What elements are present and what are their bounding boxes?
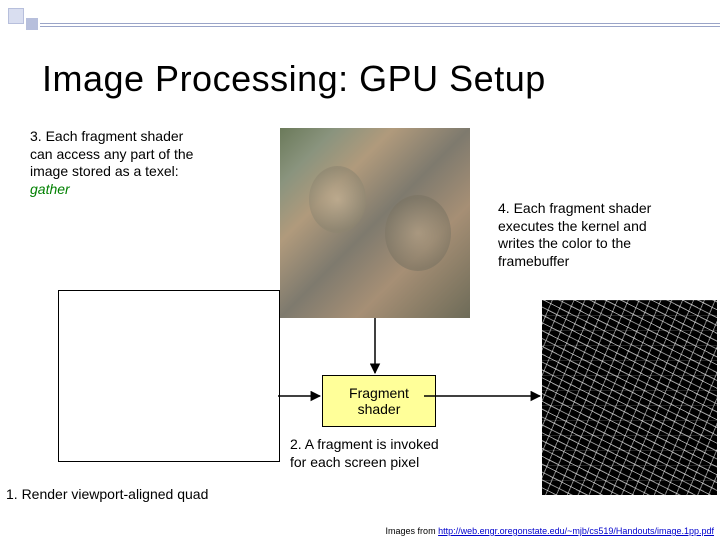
step2-text: 2. A fragment is invoked for each screen… <box>290 436 500 471</box>
step4-text: 4. Each fragment shader executes the ker… <box>498 200 708 270</box>
step4-line: framebuffer <box>498 253 708 271</box>
viewport-quad-box <box>58 290 280 462</box>
step4-line: executes the kernel and <box>498 218 708 236</box>
step1-text: 1. Render viewport-aligned quad <box>6 486 286 504</box>
step3-text: 3. Each fragment shader can access any p… <box>30 128 250 198</box>
page-title: Image Processing: GPU Setup <box>42 58 700 100</box>
step2-line: for each screen pixel <box>290 454 500 472</box>
step2-line: 2. A fragment is invoked <box>290 436 500 454</box>
step3-line: 3. Each fragment shader <box>30 128 250 146</box>
fragment-shader-box: Fragment shader <box>322 375 436 427</box>
fragbox-line: shader <box>349 401 409 417</box>
slide-root: Image Processing: GPU Setup 3. Each frag… <box>0 0 720 540</box>
citation-link[interactable]: http://web.engr.oregonstate.edu/~mjb/cs5… <box>438 526 714 536</box>
step4-line: 4. Each fragment shader <box>498 200 708 218</box>
step4-line: writes the color to the <box>498 235 708 253</box>
image-citation: Images from http://web.engr.oregonstate.… <box>386 526 714 536</box>
corner-decoration <box>8 8 148 38</box>
input-image <box>280 128 470 318</box>
citation-prefix: Images from <box>386 526 439 536</box>
output-image <box>542 300 717 495</box>
step3-line: image stored as a texel: <box>30 163 250 181</box>
step3-gather: gather <box>30 181 250 199</box>
fragbox-line: Fragment <box>349 385 409 401</box>
step3-line: can access any part of the <box>30 146 250 164</box>
